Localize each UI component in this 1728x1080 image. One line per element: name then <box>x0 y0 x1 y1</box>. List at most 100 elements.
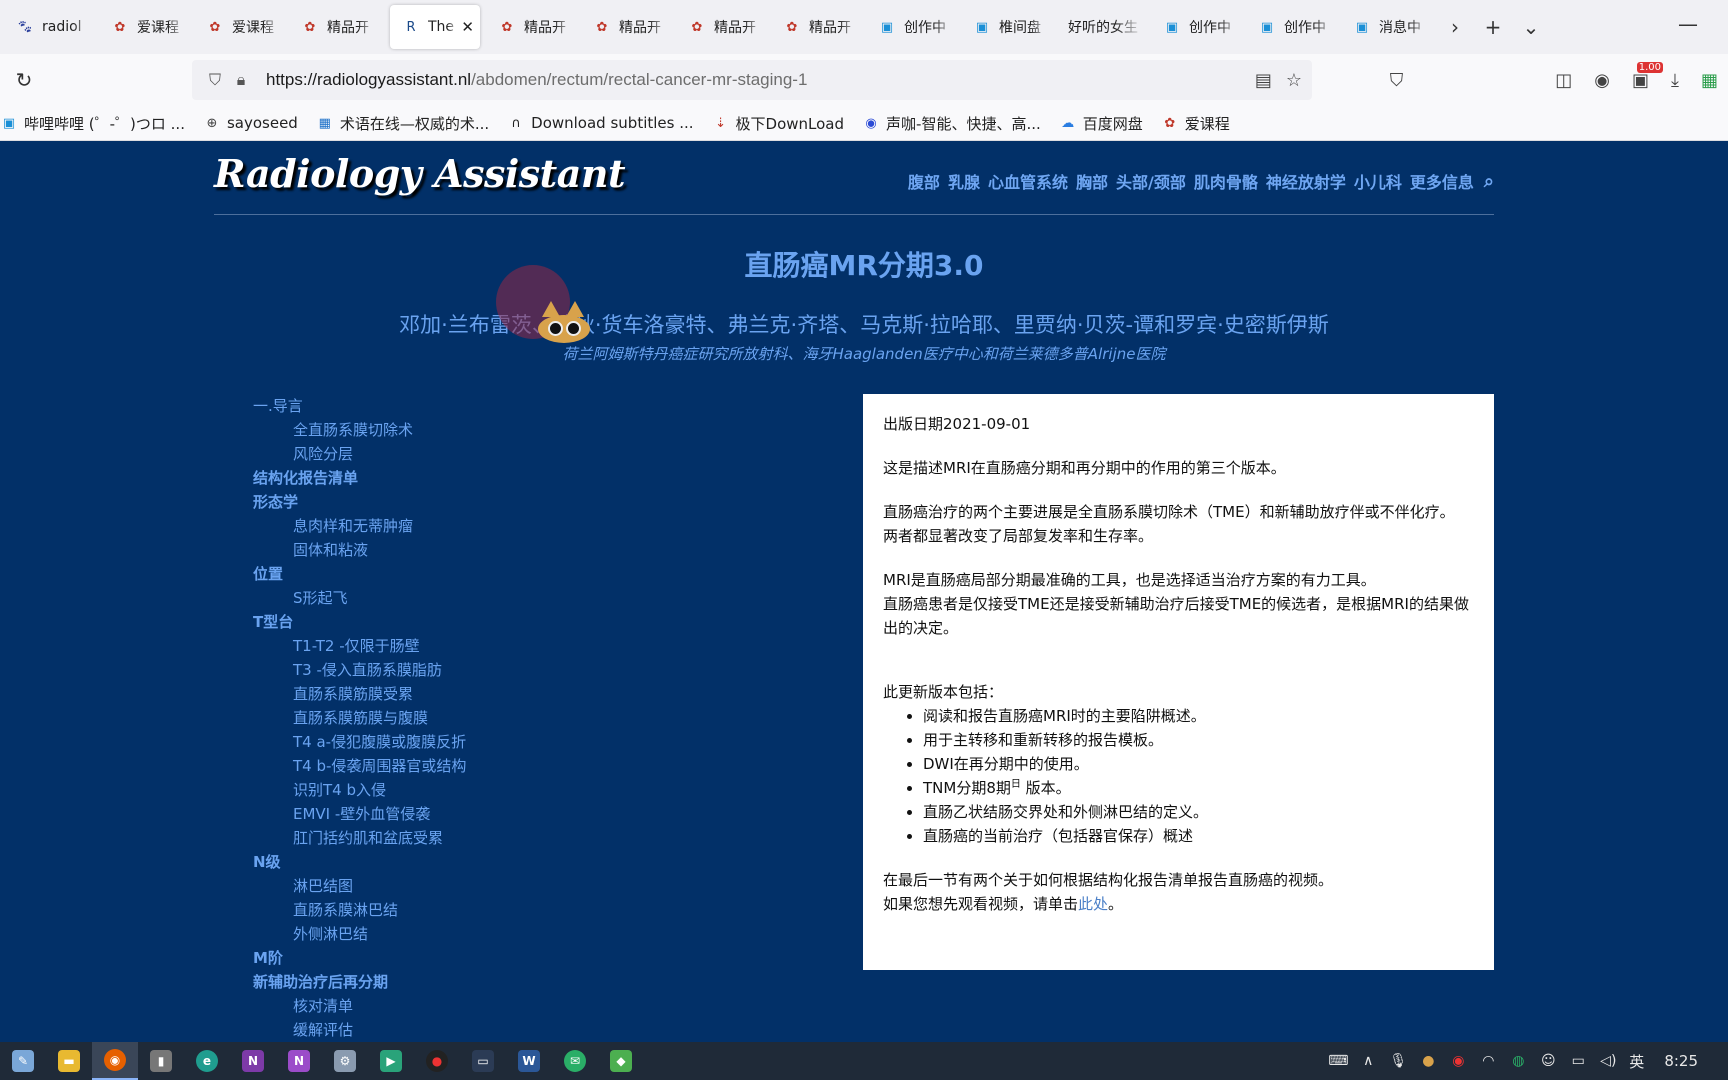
taskbar-app-explorer[interactable]: ▬ <box>46 1042 92 1080</box>
bookmark-item[interactable]: ☁ 百度网盘 <box>1059 113 1143 134</box>
nav-link[interactable]: 神经放射学 <box>1266 169 1346 193</box>
new-tab-icon[interactable]: + <box>1474 8 1512 46</box>
taskbar-app-tool[interactable]: ⚙ <box>322 1042 368 1080</box>
toc-subsection-link[interactable]: 核对清单 <box>253 994 773 1018</box>
volume-icon[interactable]: ◁) <box>1599 1052 1617 1070</box>
taskbar-app-usb[interactable]: ▮ <box>138 1042 184 1080</box>
qq-tray-icon[interactable]: ☺ <box>1539 1052 1557 1070</box>
chevron-up-icon[interactable]: ∧ <box>1359 1052 1377 1070</box>
tab[interactable]: ✿ 爱课程 <box>99 5 194 49</box>
microphone-icon[interactable]: 🎙︎ <box>1389 1052 1407 1070</box>
bookmark-item[interactable]: ▦ 术语在线—权威的术... <box>316 113 489 134</box>
toc-subsection-link[interactable]: T3 -侵入直肠系膜脂肪 <box>253 658 773 682</box>
shield-icon[interactable]: ⛉ <box>202 70 228 90</box>
tab[interactable]: ▣ 创作中 <box>866 5 961 49</box>
bookmark-star-icon[interactable]: ☆ <box>1286 70 1302 91</box>
keyboard-layout-icon[interactable]: ⌨ <box>1328 1052 1348 1070</box>
toc-section-link[interactable]: M阶 <box>253 946 773 970</box>
extension-icon[interactable]: ⛉ <box>1390 70 1404 91</box>
toc-subsection-link[interactable]: T4 a-侵犯腹膜或腹膜反折 <box>253 730 773 754</box>
nav-link[interactable]: 腹部 <box>908 169 940 193</box>
tab[interactable]: ▣ 消息中 <box>1341 5 1436 49</box>
bookmark-item[interactable]: ◉ 声咖-智能、快捷、高... <box>862 113 1040 134</box>
taskbar-app-onenote-2[interactable]: N <box>276 1042 322 1080</box>
taskbar-app-misc[interactable]: ◆ <box>598 1042 644 1080</box>
tab-active[interactable]: R The ✕ <box>390 5 480 49</box>
toc-section-link[interactable]: N级 <box>253 850 773 874</box>
toc-section-link[interactable]: 形态学 <box>253 490 773 514</box>
lock-icon[interactable]: 🔒︎ <box>228 70 254 90</box>
toc-subsection-link[interactable]: 息肉样和无蒂肿瘤 <box>253 514 773 538</box>
cat-tray-icon[interactable]: ● <box>1419 1052 1437 1070</box>
wechat-tray-icon[interactable]: ◍ <box>1509 1052 1527 1070</box>
taskbar-app-wechat[interactable]: ✉ <box>552 1042 598 1080</box>
tab[interactable]: 好听的女生 <box>1056 5 1151 49</box>
toc-subsection-link[interactable]: 固体和粘液 <box>253 538 773 562</box>
toc-subsection-link[interactable]: 肛门括约肌和盆底受累 <box>253 826 773 850</box>
toc-subsection-link[interactable]: 淋巴结图 <box>253 874 773 898</box>
bookmark-item[interactable]: ∩ Download subtitles ... <box>507 114 693 132</box>
toc-section-link[interactable]: 一.导言 <box>253 394 773 418</box>
tab[interactable]: ▣ 创作中 <box>1151 5 1246 49</box>
reload-icon[interactable]: ↻ <box>0 68 48 92</box>
network-icon[interactable]: ◠ <box>1479 1052 1497 1070</box>
nav-link[interactable]: 胸部 <box>1076 169 1108 193</box>
pocket-icon[interactable]: ◫ <box>1555 70 1572 91</box>
videos-link[interactable]: 此处 <box>1078 895 1108 913</box>
toc-subsection-link[interactable]: T4 b-侵袭周围器官或结构 <box>253 754 773 778</box>
nav-link[interactable]: 乳腺 <box>948 169 980 193</box>
tab[interactable]: ▣ 创作中 <box>1246 5 1341 49</box>
nav-link[interactable]: 头部/颈部 <box>1116 169 1186 193</box>
taskbar-app-word[interactable]: W <box>506 1042 552 1080</box>
toc-section-link[interactable]: 位置 <box>253 562 773 586</box>
address-bar[interactable]: ⛉ 🔒︎ https://radiologyassistant.nl/abdom… <box>192 60 1312 100</box>
toc-subsection-link[interactable]: 全直肠系膜切除术 <box>253 418 773 442</box>
toc-subsection-link[interactable]: 外侧淋巴结 <box>253 922 773 946</box>
battery-icon[interactable]: ▭ <box>1569 1052 1587 1070</box>
download-progress-icon[interactable]: ▣ 1.00 <box>1632 61 1664 91</box>
url-text[interactable]: https://radiologyassistant.nl/abdomen/re… <box>266 70 807 90</box>
reader-view-icon[interactable]: ▤ <box>1255 70 1272 91</box>
toc-section-link[interactable]: 结构化报告清单 <box>253 466 773 490</box>
cat-mascot-icon[interactable] <box>536 301 594 345</box>
taskbar-app-player[interactable]: ▶ <box>368 1042 414 1080</box>
toc-subsection-link[interactable]: 直肠系膜筋膜与腹膜 <box>253 706 773 730</box>
toc-subsection-link[interactable]: 直肠系膜淋巴结 <box>253 898 773 922</box>
tab[interactable]: ✿ 爱课程 <box>194 5 289 49</box>
download-icon[interactable]: ⤓ <box>1671 70 1679 91</box>
taskbar-app-onenote[interactable]: N <box>230 1042 276 1080</box>
taskbar-app-terminal[interactable]: ▭ <box>460 1042 506 1080</box>
toc-subsection-link[interactable]: T1-T2 -仅限于肠壁 <box>253 634 773 658</box>
toc-section-link[interactable]: 新辅助治疗后再分期 <box>253 970 773 994</box>
tab[interactable]: ✿ 精品开 <box>771 5 866 49</box>
tab[interactable]: ✿ 精品开 <box>676 5 771 49</box>
wallet-extension-icon[interactable]: ▦ <box>1701 70 1718 91</box>
tab-scroll-right-icon[interactable]: › <box>1436 8 1474 46</box>
nav-link[interactable]: 小儿科 <box>1354 169 1402 193</box>
toc-section-link[interactable]: T型台 <box>253 610 773 634</box>
taskbar-app-firefox[interactable]: ◉ <box>92 1042 138 1080</box>
tab[interactable]: ✿ 精品开 <box>486 5 581 49</box>
toc-subsection-link[interactable]: 识别T4 b入侵 <box>253 778 773 802</box>
site-logo[interactable]: Radiology Assistant <box>214 151 626 196</box>
bookmark-item[interactable]: ⇣ 极下DownLoad <box>712 113 844 134</box>
taskbar-app-notepad[interactable]: ✎ <box>0 1042 46 1080</box>
search-icon[interactable]: ⌕ <box>1484 171 1494 192</box>
minimize-window-button[interactable]: — <box>1678 12 1698 36</box>
toc-subsection-link[interactable]: 风险分层 <box>253 442 773 466</box>
bookmark-item[interactable]: ✿ 爱课程 <box>1161 113 1229 134</box>
clock[interactable]: 8:25 <box>1664 1052 1698 1070</box>
globe-extension-icon[interactable]: ◉ <box>1594 70 1610 91</box>
toc-subsection-link[interactable]: 缓解评估 <box>253 1018 773 1042</box>
tab-list-chevron-down-icon[interactable]: ⌄ <box>1512 8 1550 46</box>
nav-link[interactable]: 心血管系统 <box>988 169 1068 193</box>
tab[interactable]: 🐾︎ radiol <box>4 5 99 49</box>
ime-indicator[interactable]: 英 <box>1629 1051 1644 1072</box>
tab[interactable]: ▣ 椎间盘 <box>961 5 1056 49</box>
tab[interactable]: ✿ 精品开 <box>289 5 384 49</box>
close-tab-icon[interactable]: ✕ <box>461 18 474 36</box>
tab[interactable]: ✿ 精品开 <box>581 5 676 49</box>
nav-link[interactable]: 肌肉骨骼 <box>1194 169 1258 193</box>
toc-subsection-link[interactable]: 直肠系膜筋膜受累 <box>253 682 773 706</box>
record-icon[interactable]: ◉ <box>1449 1052 1467 1070</box>
